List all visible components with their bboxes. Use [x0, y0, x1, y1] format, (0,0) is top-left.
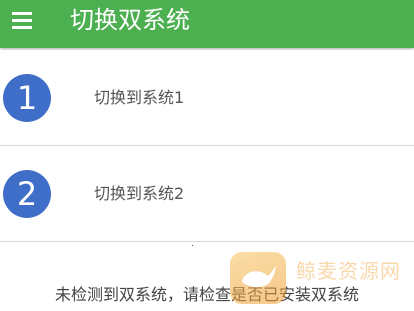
watermark-text: 鲸麦资源网 — [296, 259, 401, 283]
number-badge: 2 — [3, 170, 51, 218]
menu-line — [12, 19, 32, 22]
list-item-system-2[interactable]: 2 切换到系统2 — [0, 146, 414, 242]
list-item-label: 切换到系统2 — [94, 184, 185, 203]
list-item-system-1[interactable]: 1 切换到系统1 — [0, 50, 414, 146]
hamburger-menu-icon[interactable] — [6, 6, 38, 36]
app-bar: 切换双系统 — [0, 0, 414, 48]
page-title: 切换双系统 — [70, 6, 190, 34]
list-item-label: 切换到系统1 — [94, 88, 185, 107]
divider — [0, 241, 414, 242]
menu-line — [12, 26, 32, 29]
dot-mark — [192, 245, 193, 246]
menu-line — [12, 12, 32, 15]
status-message: 未检测到双系统，请检查是否已安装双系统 — [54, 285, 359, 304]
whale-logo-icon — [230, 252, 286, 304]
number-badge: 1 — [3, 74, 51, 122]
